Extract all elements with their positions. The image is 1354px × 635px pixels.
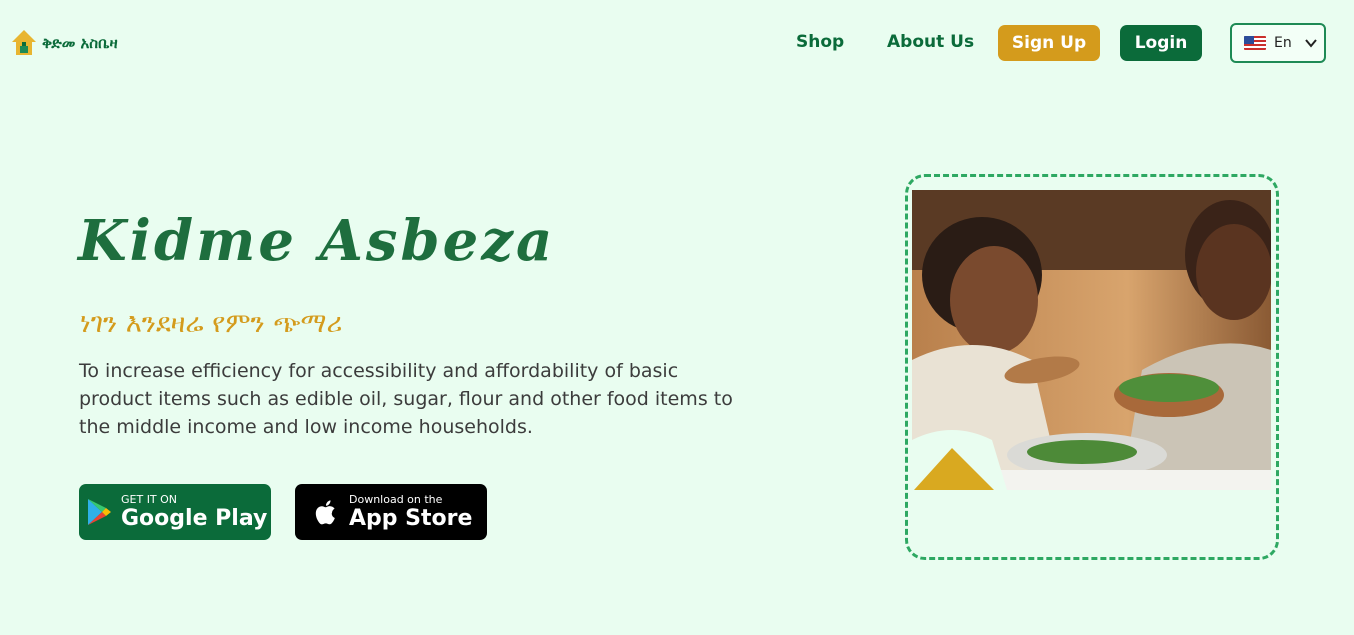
signup-button[interactable]: Sign Up — [998, 25, 1100, 61]
nav-about-link[interactable]: About Us — [887, 32, 974, 52]
google-play-small-text: GET IT ON — [121, 493, 178, 506]
nav-shop-link[interactable]: Shop — [796, 32, 844, 52]
app-store-small-text: Download on the — [349, 493, 443, 506]
language-selector[interactable]: En — [1230, 23, 1326, 63]
login-button[interactable]: Login — [1120, 25, 1202, 61]
google-play-icon — [88, 499, 111, 525]
hero-description: To increase efficiency for accessibility… — [79, 360, 733, 438]
us-flag-icon — [1244, 36, 1266, 50]
google-play-big-text: Google Play — [121, 506, 268, 531]
hero-title: Kidme Asbeza — [78, 208, 556, 274]
family-meal-illustration — [912, 190, 1271, 490]
app-store-big-text: App Store — [349, 506, 473, 531]
chevron-down-icon — [1304, 39, 1317, 48]
apple-icon — [315, 500, 335, 525]
language-label: En — [1274, 35, 1292, 51]
hero-tagline: ነገን እንደዛሬ የምን ጭማሪ — [80, 308, 343, 339]
google-play-button[interactable]: GET IT ON Google Play — [79, 484, 271, 540]
landing-page: ቅድመ አስቤዛ Shop About Us Sign Up Login En … — [0, 0, 1354, 635]
app-store-button[interactable]: Download on the App Store — [295, 484, 487, 540]
hero-photo — [912, 190, 1271, 490]
top-nav: Shop About Us Sign Up Login En — [0, 23, 1354, 63]
